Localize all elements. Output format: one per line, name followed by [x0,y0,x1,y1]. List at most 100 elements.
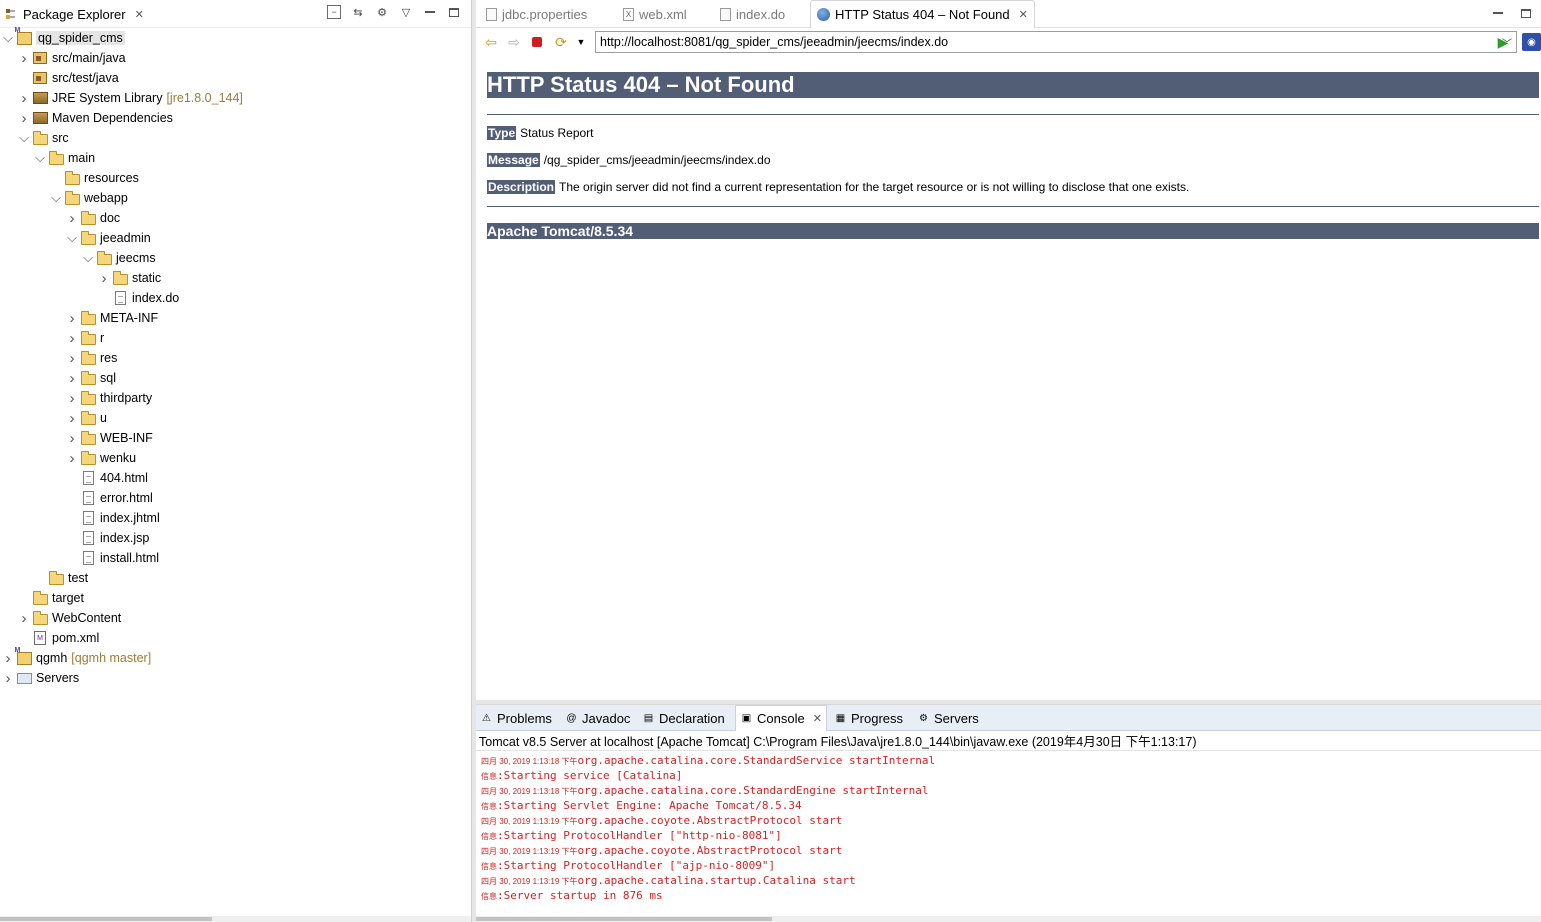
tree-item[interactable]: test [0,568,471,588]
bottom-tab[interactable]: ▦ Progress [834,705,903,731]
tree-item[interactable]: Mpom.xml [0,628,471,648]
console-output[interactable]: 四月 30, 2019 1:13:18 下午org.apache.catalin… [476,751,1541,903]
problems-icon: ⚠ [482,712,491,724]
chevron-down-icon[interactable]: ⌵ [48,190,64,206]
maximize-icon[interactable] [447,5,461,19]
tree-item[interactable]: ⌵ webapp [0,188,471,208]
tree-item[interactable]: error.html [0,488,471,508]
minimize-icon[interactable] [423,5,437,19]
horizontal-scrollbar[interactable] [476,916,1541,922]
tree-item[interactable]: › WEB-INF [0,428,471,448]
tree-item[interactable]: › Servers [0,668,471,688]
package-folder-icon [32,50,48,66]
package-explorer-tab[interactable]: Package Explorer ✕ [0,0,144,28]
editor-tab[interactable]: Xweb.xml [617,0,693,28]
bottom-tab[interactable]: ⚠ Problems [480,705,552,731]
chevron-down-icon[interactable]: ⌵ [80,250,96,266]
tree-item[interactable]: src/test/java [0,68,471,88]
tree-item-label: src/test/java [52,71,119,85]
folder-icon [80,310,96,326]
chevron-down-icon[interactable]: ⌵ [32,150,48,166]
tree-item[interactable]: install.html [0,548,471,568]
stop-icon[interactable] [528,33,546,51]
chevron-right-icon[interactable]: › [64,450,80,467]
tree-item[interactable]: target [0,588,471,608]
tree-item[interactable]: index.do [0,288,471,308]
folder-icon [80,370,96,386]
maximize-icon[interactable] [1519,6,1533,20]
tree-item[interactable]: › thirdparty [0,388,471,408]
tree-item[interactable]: › JRE System Library [jre1.8.0_144] [0,88,471,108]
chevron-right-icon[interactable]: › [64,350,80,367]
bottom-tab[interactable]: ▤ Declaration [642,705,725,731]
view-menu-icon[interactable]: ▽ [399,5,413,19]
tree-item[interactable]: › res [0,348,471,368]
divider [487,114,1539,115]
bottom-tab[interactable]: @ Javadoc [565,705,630,731]
url-input[interactable]: http://localhost:8081/qg_spider_cms/jeea… [595,31,1517,53]
open-external-browser-icon[interactable]: ◉ [1522,33,1541,51]
tree-item[interactable]: › src/main/java [0,48,471,68]
chevron-right-icon[interactable]: › [16,50,32,67]
chevron-right-icon[interactable]: › [64,210,80,227]
filter-icon[interactable]: ⚙ [375,5,389,19]
view-toolbar-icons: − ⇆ ⚙ ▽ [327,5,461,19]
xml-file-icon: M [32,630,48,646]
chevron-right-icon[interactable]: › [16,110,32,127]
close-icon[interactable]: ✕ [1019,8,1028,21]
tree-item[interactable]: ⌵ jeecms [0,248,471,268]
console-icon: ▣ [741,713,752,724]
chevron-down-icon[interactable]: ⌵ [16,130,32,146]
tree-item-label: webapp [84,191,128,205]
editor-tab[interactable]: HTTP Status 404 – Not Found ✕ [810,0,1035,28]
tree-item[interactable]: › wenku [0,448,471,468]
chevron-right-icon[interactable]: › [64,390,80,407]
chevron-down-icon[interactable]: ⌵ [64,230,80,246]
type-value: Status Report [520,126,594,140]
chevron-right-icon[interactable]: › [64,430,80,447]
back-icon[interactable]: ⇦ [482,33,500,51]
tree-item[interactable]: › r [0,328,471,348]
tree-item-label: res [100,351,118,365]
tree-item[interactable]: ⌵ src [0,128,471,148]
tree-item[interactable]: › sql [0,368,471,388]
link-with-editor-icon[interactable]: ⇆ [351,5,365,19]
tree-item[interactable]: 404.html [0,468,471,488]
tree-item[interactable]: › static [0,268,471,288]
tree-item[interactable]: › WebContent [0,608,471,628]
bottom-tab[interactable]: ▣ Console ✕ [735,705,827,731]
chevron-right-icon[interactable]: › [0,670,16,687]
editor-tab[interactable]: jdbc.properties [480,0,593,28]
message-value: /qg_spider_cms/jeeadmin/jeecms/index.do [543,153,771,167]
tree-item[interactable]: › Maven Dependencies [0,108,471,128]
tree-item[interactable]: › u [0,408,471,428]
file-icon [80,470,96,486]
tree-item[interactable]: › META-INF [0,308,471,328]
chevron-right-icon[interactable]: › [64,370,80,387]
tree-item[interactable]: › doc [0,208,471,228]
tree-item[interactable]: ⌵ jeeadmin [0,228,471,248]
tree-item[interactable]: resources [0,168,471,188]
collapse-all-icon[interactable]: − [327,5,341,19]
chevron-right-icon[interactable]: › [64,410,80,427]
go-icon[interactable]: ▶ [1494,33,1512,51]
editor-tab[interactable]: index.do [714,0,791,28]
refresh-dropdown-icon[interactable]: ▼ [572,33,590,51]
bottom-tab[interactable]: ⚙ Servers [917,705,979,731]
forward-icon[interactable]: ⇨ [505,33,523,51]
close-icon[interactable]: ✕ [135,8,144,21]
chevron-right-icon[interactable]: › [96,270,112,287]
chevron-right-icon[interactable]: › [16,90,32,107]
chevron-right-icon[interactable]: › [64,310,80,327]
chevron-right-icon[interactable]: › [16,610,32,627]
tree-item[interactable]: ⌵qg_spider_cms [0,27,471,48]
close-icon[interactable]: ✕ [813,712,822,725]
horizontal-scrollbar[interactable] [0,916,471,922]
refresh-icon[interactable]: ⟳ [552,33,570,51]
tree-item[interactable]: ⌵ main [0,148,471,168]
tree-item[interactable]: ›qgmh[qgmh master] [0,647,471,668]
chevron-right-icon[interactable]: › [64,330,80,347]
tree-item[interactable]: index.jhtml [0,508,471,528]
tree-item[interactable]: index.jsp [0,528,471,548]
minimize-icon[interactable] [1491,6,1505,20]
